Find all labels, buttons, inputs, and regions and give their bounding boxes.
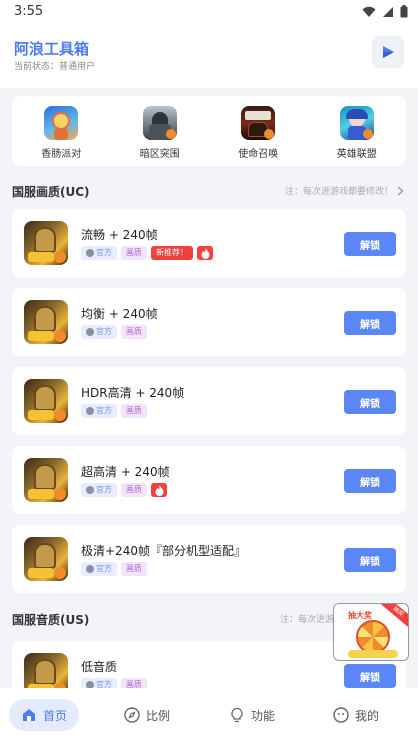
sausage-party-game-icon <box>44 106 79 140</box>
quality-tag: 画质 <box>121 246 147 260</box>
section-title-quality: 国服画质(UC) <box>12 185 90 199</box>
official-tag-label: 官方 <box>96 485 112 494</box>
prize-wheel-icon <box>356 620 390 654</box>
nav-item-profile[interactable]: 我的 <box>333 699 379 731</box>
official-dot-icon <box>86 565 94 573</box>
preset-name: 极清+240帧『部分机型适配』 <box>81 544 246 558</box>
official-dot-icon <box>86 486 94 494</box>
unlock-button[interactable]: 解锁 <box>344 311 396 335</box>
call-of-duty-game-icon <box>241 106 276 140</box>
official-tag: 官方 <box>81 404 117 418</box>
official-tag-label: 官方 <box>96 564 112 573</box>
new-recommend-tag: 新推荐！ <box>151 246 193 260</box>
status-bar: 3:55 <box>0 0 418 26</box>
official-tag: 官方 <box>81 562 117 576</box>
game-name: 暗区突围 <box>139 149 180 160</box>
nav-label: 比例 <box>146 708 171 723</box>
official-tag-label: 官方 <box>96 406 112 415</box>
section-note-text: 注：每次进游 <box>279 615 334 625</box>
preset-name: 流畅 + 240帧 <box>81 228 158 242</box>
unlock-button[interactable]: 解锁 <box>344 232 396 256</box>
wheel-base <box>348 650 398 658</box>
preset-tags: 官方 画质 <box>81 325 147 339</box>
game-name: 香肠派对 <box>41 149 82 160</box>
nav-label: 我的 <box>355 708 380 723</box>
home-icon <box>23 709 35 721</box>
nav-item-home[interactable]: 首页 <box>9 699 80 731</box>
section-note-text: 注：每次进游戏都要修改！ <box>284 187 393 197</box>
unlock-button[interactable]: 解锁 <box>344 548 396 572</box>
official-tag-label: 官方 <box>96 248 112 257</box>
wifi-icon <box>362 6 376 17</box>
lottery-title: 抽大奖 <box>348 611 372 620</box>
smiley-icon <box>333 707 349 723</box>
preset-name: 超高清 + 240帧 <box>81 465 170 479</box>
fire-icon <box>197 246 213 260</box>
lightbulb-icon <box>231 707 243 723</box>
games-card: 香肠派对 暗区突围 使命召唤 英雄联盟 <box>12 96 406 166</box>
preset-card: 极清+240帧『部分机型适配』 官方 画质 解锁 <box>12 525 406 593</box>
game-item-arena-breakout[interactable]: 暗区突围 <box>120 106 200 160</box>
official-tag: 官方 <box>81 246 117 260</box>
game-item-sausage-party[interactable]: 香肠派对 <box>21 106 101 160</box>
official-dot-icon <box>86 407 94 415</box>
official-dot-icon <box>86 328 94 336</box>
game-name: 使命召唤 <box>238 149 279 160</box>
preset-card: HDR高清 + 240帧 官方 画质 解锁 <box>12 367 406 435</box>
quality-tag: 画质 <box>121 325 147 339</box>
lottery-float-button[interactable]: 抽大奖 抽奖 <box>333 603 409 661</box>
game-item-call-of-duty[interactable]: 使命召唤 <box>218 106 298 160</box>
preset-name: HDR高清 + 240帧 <box>81 386 185 400</box>
status-time: 3:55 <box>14 4 44 19</box>
unlock-button[interactable]: 解锁 <box>344 390 396 414</box>
signal-icon <box>383 6 393 17</box>
play-icon <box>383 46 394 58</box>
preset-tags: 官方 画质 <box>81 483 167 497</box>
official-dot-icon <box>86 249 94 257</box>
nav-item-ratio[interactable]: 比例 <box>124 699 170 731</box>
game-item-league-of-legends[interactable]: 英雄联盟 <box>317 106 397 160</box>
preset-tags: 官方 画质 新推荐！ <box>81 246 213 260</box>
official-tag: 官方 <box>81 483 117 497</box>
preset-name: 均衡 + 240帧 <box>81 307 158 321</box>
fire-icon <box>151 483 167 497</box>
unlock-button[interactable]: 解锁 <box>344 469 396 493</box>
official-tag: 官方 <box>81 325 117 339</box>
pubg-thumbnail <box>24 221 68 265</box>
preset-card: 流畅 + 240帧 官方 画质 新推荐！ 解锁 <box>12 209 406 277</box>
nav-label: 首页 <box>43 708 68 723</box>
chevron-right-icon <box>397 185 404 196</box>
preset-tags: 官方 画质 <box>81 404 147 418</box>
quality-tag: 画质 <box>121 404 147 418</box>
quality-tag: 画质 <box>121 562 147 576</box>
compass-icon <box>124 707 140 723</box>
pubg-thumbnail <box>24 537 68 581</box>
arena-breakout-game-icon <box>142 106 177 140</box>
battery-icon <box>400 5 408 18</box>
preset-card: 均衡 + 240帧 官方 画质 解锁 <box>12 288 406 356</box>
status-icons <box>362 5 408 18</box>
preset-tags: 官方 画质 <box>81 562 147 576</box>
game-name: 英雄联盟 <box>336 149 377 160</box>
play-button[interactable] <box>372 36 404 68</box>
section-note[interactable]: 注：每次进游戏都要修改！ <box>285 184 404 197</box>
bottom-nav: 首页 比例 功能 我的 <box>0 688 418 744</box>
preset-name: 低音质 <box>81 660 118 674</box>
league-of-legends-game-icon <box>339 106 374 140</box>
section-title-audio: 国服音质(US) <box>12 613 90 627</box>
preset-card: 超高清 + 240帧 官方 画质 解锁 <box>12 446 406 514</box>
quality-tag: 画质 <box>121 483 147 497</box>
app-header: 阿浪工具箱 当前状态：普通用户 <box>0 26 418 88</box>
section-note: 注：每次进游 <box>280 612 334 625</box>
pubg-thumbnail <box>24 379 68 423</box>
pubg-thumbnail <box>24 300 68 344</box>
nav-item-features[interactable]: 功能 <box>229 699 275 731</box>
app-title: 阿浪工具箱 <box>14 40 90 58</box>
nav-label: 功能 <box>251 708 276 723</box>
pubg-thumbnail <box>24 458 68 502</box>
user-status: 当前状态：普通用户 <box>14 62 96 72</box>
official-tag-label: 官方 <box>96 327 112 336</box>
unlock-button[interactable]: 解锁 <box>344 664 396 688</box>
